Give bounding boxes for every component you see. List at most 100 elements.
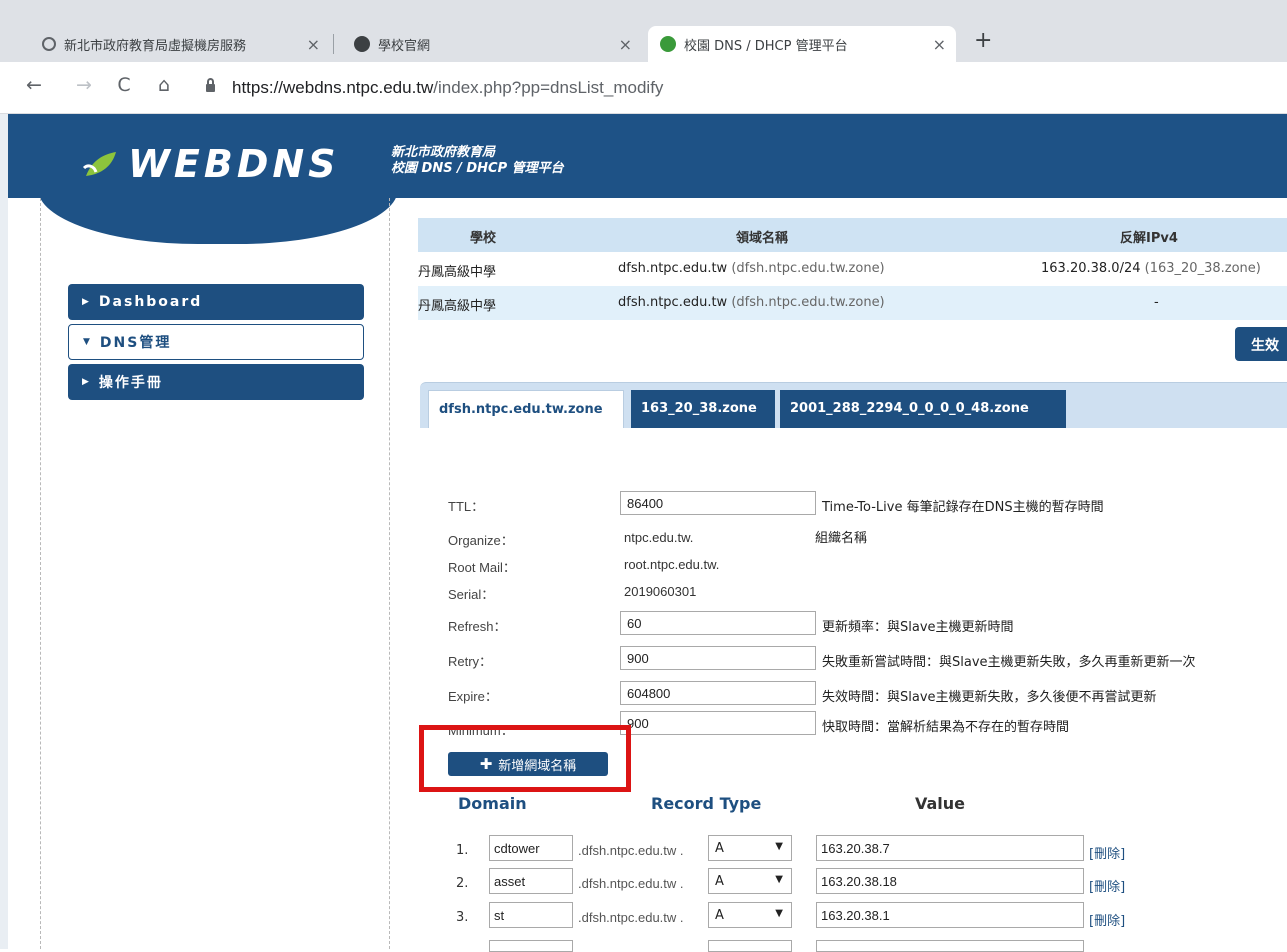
sidebar-item-dashboard[interactable]: ▶ Dashboard <box>68 284 364 320</box>
leaf-favicon-icon <box>660 36 676 52</box>
ttl-input[interactable]: 86400 <box>620 491 816 515</box>
record-value-input[interactable]: 163.20.38.7 <box>816 835 1084 861</box>
table-header: 學校 領域名稱 反解IPv4 <box>418 218 1287 252</box>
sidebar-item-manual[interactable]: ▶ 操作手冊 <box>68 364 364 400</box>
domain-column-header: Domain <box>458 794 527 813</box>
domain-cell: dfsh.ntpc.edu.tw (dfsh.ntpc.edu.tw.zone) <box>618 261 885 276</box>
reverse-cell: - <box>1154 295 1159 310</box>
url-path: /index.php?pp=dnsList_modify <box>433 78 664 97</box>
tab-dfsh-zone[interactable]: dfsh.ntpc.edu.tw.zone <box>428 390 624 428</box>
domain-cell: dfsh.ntpc.edu.tw (dfsh.ntpc.edu.tw.zone) <box>618 295 885 310</box>
record-domain-input[interactable]: asset <box>489 868 573 894</box>
record-type-value: A <box>715 841 724 856</box>
domain-suffix: .dfsh.ntpc.edu.tw . <box>578 876 684 891</box>
domain-name: dfsh.ntpc.edu.tw <box>618 261 728 276</box>
organize-label: Organize： <box>448 533 514 548</box>
serial-label: Serial： <box>448 587 495 602</box>
expire-input[interactable]: 604800 <box>620 681 816 705</box>
close-tab-icon[interactable]: × <box>933 35 946 54</box>
page-left-border <box>0 114 8 949</box>
zone-file: (dfsh.ntpc.edu.tw.zone) <box>731 261 885 276</box>
retry-label: Retry： <box>448 654 493 669</box>
browser-tab-webdns[interactable]: 校園 DNS / DHCP 管理平台 × <box>648 26 956 62</box>
caret-down-icon: ▼ <box>83 337 92 347</box>
sidebar-item-dns[interactable]: ▼ DNS管理 <box>68 324 364 360</box>
new-tab-button[interactable]: + <box>974 28 992 53</box>
reload-icon[interactable]: C <box>112 74 136 96</box>
dropdown-arrow-icon: ▼ <box>775 908 783 919</box>
browser-tab-bar: 新北市政府教育局虛擬機房服務 × 學校官網 × 校園 DNS / DHCP 管理… <box>0 0 1287 62</box>
tab-reverse-ipv4-zone[interactable]: 163_20_38.zone <box>631 390 775 428</box>
org-line-2: 校園 DNS / DHCP 管理平台 <box>391 161 564 176</box>
domain-suffix: .dfsh.ntpc.edu.tw . <box>578 843 684 858</box>
logo-text: WEBDNS <box>128 142 340 186</box>
retry-description: 失敗重新嘗試時間：與Slave主機更新失敗，多久再重新更新一次 <box>822 655 1196 670</box>
domain-name: dfsh.ntpc.edu.tw <box>618 295 728 310</box>
browser-tab-title: 學校官網 <box>378 38 431 54</box>
reverse-zone: (163_20_38.zone) <box>1144 261 1261 276</box>
record-value-input[interactable] <box>816 940 1084 952</box>
home-icon[interactable]: ⌂ <box>152 74 176 96</box>
retry-input[interactable]: 900 <box>620 646 816 670</box>
browser-tab-school[interactable]: 學校官網 × <box>342 26 642 62</box>
organize-value: ntpc.edu.tw. <box>624 530 694 545</box>
apply-button[interactable]: 生效 <box>1235 327 1287 361</box>
record-domain-input[interactable]: cdtower <box>489 835 573 861</box>
record-type-select[interactable]: A ▼ <box>708 868 792 894</box>
table-row[interactable]: 丹鳳高級中學 dfsh.ntpc.edu.tw (dfsh.ntpc.edu.t… <box>418 286 1287 320</box>
browser-tab-title: 新北市政府教育局虛擬機房服務 <box>64 38 247 54</box>
caret-right-icon: ▶ <box>82 297 91 307</box>
org-line-1: 新北市政府教育局 <box>391 145 496 160</box>
close-tab-icon[interactable]: × <box>619 35 632 54</box>
record-value-input[interactable]: 163.20.38.18 <box>816 868 1084 894</box>
delete-record-link[interactable]: [刪除] <box>1089 876 1125 895</box>
url-host: https://webdns.ntpc.edu.tw <box>232 78 434 97</box>
minimum-input[interactable]: 900 <box>620 711 816 735</box>
tab-reverse-ipv6-zone[interactable]: 2001_288_2294_0_0_0_0_48.zone <box>780 390 1066 428</box>
forward-arrow-icon[interactable]: → <box>72 74 96 96</box>
highlight-box <box>419 725 631 792</box>
refresh-label: Refresh： <box>448 619 507 634</box>
record-domain-input[interactable]: st <box>489 902 573 928</box>
dropdown-arrow-icon: ▼ <box>775 841 783 852</box>
globe-icon <box>42 37 56 51</box>
record-type-value: A <box>715 874 724 889</box>
record-number: 1. <box>456 843 469 858</box>
record-domain-input[interactable] <box>489 940 573 952</box>
minimum-description: 快取時間：當解析結果為不存在的暫存時間 <box>822 720 1070 735</box>
expire-description: 失效時間：與Slave主機更新失敗，多久後便不再嘗試更新 <box>822 690 1157 705</box>
tab-separator <box>333 34 334 54</box>
record-type-select[interactable]: A ▼ <box>708 902 792 928</box>
record-type-column-header: Record Type <box>651 794 762 813</box>
root-mail-label: Root Mail： <box>448 560 516 575</box>
close-tab-icon[interactable]: × <box>307 35 320 54</box>
caret-right-icon: ▶ <box>82 377 91 387</box>
back-arrow-icon[interactable]: ← <box>22 74 46 96</box>
record-type-select[interactable]: A ▼ <box>708 835 792 861</box>
org-name: 新北市政府教育局 校園 DNS / DHCP 管理平台 <box>391 145 564 177</box>
record-type-select[interactable] <box>708 940 792 952</box>
zone-file: (dfsh.ntpc.edu.tw.zone) <box>731 295 885 310</box>
leaf-logo-icon <box>82 152 116 176</box>
column-header: 反解IPv4 <box>1120 231 1178 246</box>
school-cell: 丹鳳高級中學 <box>418 265 497 280</box>
lock-icon <box>206 78 215 92</box>
ttl-label: TTL： <box>448 499 485 514</box>
reverse-ip: 163.20.38.0/24 <box>1041 261 1141 276</box>
table-row[interactable]: 丹鳳高級中學 dfsh.ntpc.edu.tw (dfsh.ntpc.edu.t… <box>418 252 1287 286</box>
delete-record-link[interactable]: [刪除] <box>1089 843 1125 862</box>
organize-description: 組織名稱 <box>815 531 868 546</box>
column-header: 學校 <box>470 231 497 246</box>
record-number: 3. <box>456 910 469 925</box>
browser-tab-vm[interactable]: 新北市政府教育局虛擬機房服務 × <box>30 26 330 62</box>
column-header: 領域名稱 <box>736 231 789 246</box>
record-type-value: A <box>715 908 724 923</box>
site-logo[interactable]: WEBDNS <box>128 142 340 186</box>
sidebar-item-label: 操作手冊 <box>98 375 163 391</box>
refresh-input[interactable]: 60 <box>620 611 816 635</box>
delete-record-link[interactable]: [刪除] <box>1089 910 1125 929</box>
expire-label: Expire： <box>448 689 498 704</box>
record-value-input[interactable]: 163.20.38.1 <box>816 902 1084 928</box>
dropdown-arrow-icon: ▼ <box>775 874 783 885</box>
address-bar[interactable]: https://webdns.ntpc.edu.tw/index.php?pp=… <box>232 78 663 98</box>
